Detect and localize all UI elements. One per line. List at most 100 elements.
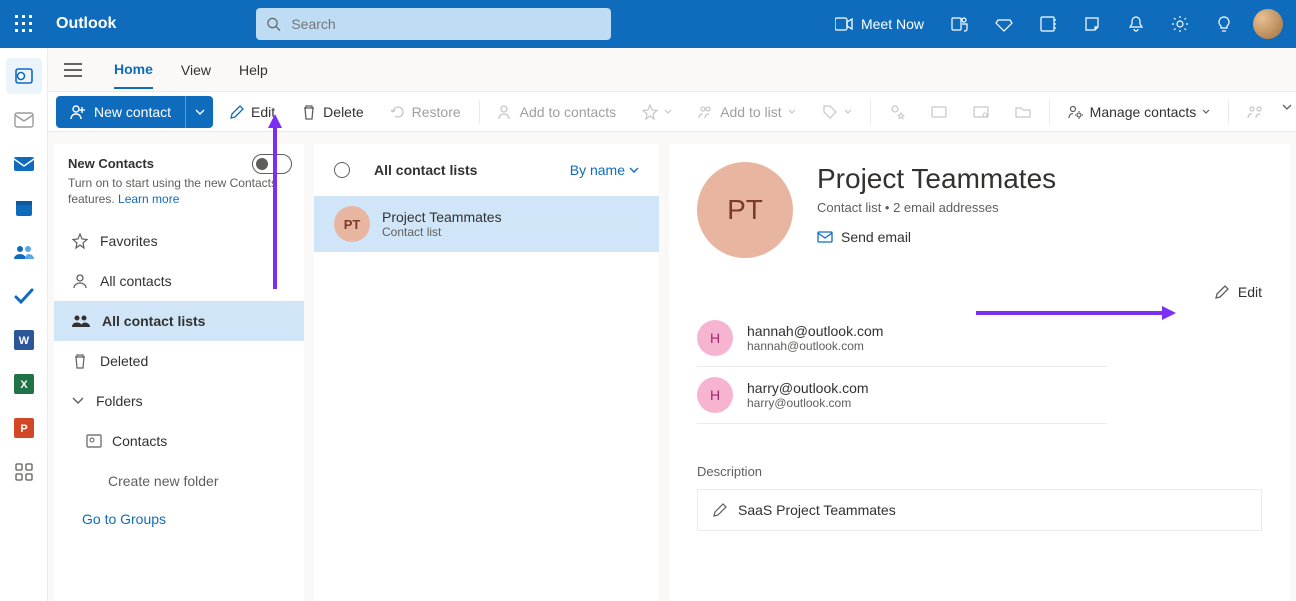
- learn-more-link[interactable]: Learn more: [118, 192, 179, 206]
- member-avatar: H: [697, 320, 733, 356]
- mail-icon: [13, 156, 35, 172]
- account-button[interactable]: [1246, 0, 1290, 48]
- list-item[interactable]: PT Project Teammates Contact list: [314, 196, 659, 252]
- app-mail[interactable]: [6, 146, 42, 182]
- teams-icon: [951, 15, 969, 33]
- list-header: All contact lists By name: [314, 144, 659, 196]
- notifications-button[interactable]: [1114, 0, 1158, 48]
- group-icon: [1247, 104, 1265, 120]
- chevron-down-icon: [844, 109, 852, 114]
- bell-icon: [1127, 15, 1145, 33]
- trash-icon: [72, 353, 88, 369]
- nav-all-contact-lists[interactable]: All contact lists: [54, 301, 304, 341]
- new-contacts-toggle[interactable]: [252, 154, 292, 174]
- detail-edit-button[interactable]: Edit: [697, 284, 1262, 300]
- nav-create-folder[interactable]: Create new folder: [54, 461, 304, 501]
- detail-subtitle: Contact list • 2 email addresses: [817, 200, 1056, 215]
- sticky-icon: [1083, 15, 1101, 33]
- member-row[interactable]: H harry@outlook.com harry@outlook.com: [697, 367, 1107, 424]
- member-email: harry@outlook.com: [747, 396, 869, 410]
- search-box[interactable]: [256, 8, 611, 40]
- hamburger-button[interactable]: [64, 63, 82, 77]
- nav-all-contacts[interactable]: All contacts: [54, 261, 304, 301]
- chevron-down-icon: [195, 109, 205, 115]
- new-contact-button[interactable]: New contact: [56, 96, 185, 128]
- new-contact-dropdown[interactable]: [185, 96, 213, 128]
- hamburger-icon: [64, 63, 82, 77]
- calendar-icon: [14, 198, 34, 218]
- separator: [1049, 100, 1050, 124]
- apps-icon: [15, 463, 33, 481]
- tool-a: [879, 96, 915, 128]
- contacts-folder-icon: [86, 434, 102, 448]
- app-mail-draft[interactable]: [6, 102, 42, 138]
- edit-button[interactable]: Edit: [219, 96, 285, 128]
- app-outlook[interactable]: [6, 58, 42, 94]
- app-people[interactable]: [6, 234, 42, 270]
- content-area: New Contacts Turn on to start using the …: [48, 132, 1296, 601]
- list-avatar: PT: [334, 206, 370, 242]
- new-contacts-banner: New Contacts Turn on to start using the …: [54, 144, 304, 217]
- member-name: hannah@outlook.com: [747, 323, 883, 339]
- star-icon: [642, 104, 658, 120]
- app-launcher-button[interactable]: [0, 15, 48, 33]
- delete-button[interactable]: Delete: [291, 96, 373, 128]
- nav-contacts-folder[interactable]: Contacts: [54, 421, 304, 461]
- select-all-checkbox[interactable]: [334, 162, 350, 178]
- tips-button[interactable]: [1202, 0, 1246, 48]
- people-icon: [13, 244, 35, 260]
- description-label: Description: [697, 464, 1262, 479]
- app-brand: Outlook: [48, 15, 116, 33]
- ppt-icon: P: [14, 418, 34, 438]
- chevron-down-icon: [72, 397, 84, 405]
- member-row[interactable]: H hannah@outlook.com hannah@outlook.com: [697, 310, 1107, 367]
- app-excel[interactable]: X: [6, 366, 42, 402]
- app-calendar[interactable]: [6, 190, 42, 226]
- sort-button[interactable]: By name: [570, 162, 639, 178]
- list-item-title: Project Teammates: [382, 209, 502, 225]
- list-item-sub: Contact list: [382, 225, 502, 239]
- detail-avatar: PT: [697, 162, 793, 258]
- people-icon: [72, 314, 90, 328]
- member-email: hannah@outlook.com: [747, 339, 883, 353]
- pencil-icon: [712, 502, 728, 518]
- search-input[interactable]: [289, 15, 601, 33]
- tab-help[interactable]: Help: [239, 52, 268, 88]
- teams-button[interactable]: [938, 0, 982, 48]
- app-more[interactable]: [6, 454, 42, 490]
- app-powerpoint[interactable]: P: [6, 410, 42, 446]
- app-word[interactable]: W: [6, 322, 42, 358]
- add-to-list-button: Add to list: [688, 96, 805, 128]
- add-to-contacts-button: Add to contacts: [488, 96, 627, 128]
- collapse-ribbon[interactable]: [1282, 104, 1292, 110]
- manage-contacts-button[interactable]: Manage contacts: [1058, 96, 1221, 128]
- chevron-down-icon: [1202, 109, 1210, 114]
- bulb-icon: [1215, 15, 1233, 33]
- star-icon: [72, 233, 88, 249]
- nav-folders[interactable]: Folders: [54, 381, 304, 421]
- settings-button[interactable]: [1158, 0, 1202, 48]
- diamond-icon: [995, 15, 1013, 33]
- tool-d: [1005, 96, 1041, 128]
- onenote-button[interactable]: [1026, 0, 1070, 48]
- tab-home[interactable]: Home: [114, 51, 153, 89]
- toolbar: New contact Edit Delete Restore Add to c…: [48, 92, 1296, 132]
- detail-pane: PT Project Teammates Contact list • 2 em…: [669, 144, 1290, 601]
- list-icon: [698, 104, 714, 120]
- app-rail: W X P: [0, 48, 48, 601]
- trash-icon: [301, 104, 317, 120]
- mynotes-button[interactable]: [1070, 0, 1114, 48]
- nav-favorites[interactable]: Favorites: [54, 221, 304, 261]
- separator: [1228, 100, 1229, 124]
- person-icon: [72, 273, 88, 289]
- check-icon: [14, 286, 34, 306]
- tab-view[interactable]: View: [181, 52, 211, 88]
- premium-button[interactable]: [982, 0, 1026, 48]
- app-todo[interactable]: [6, 278, 42, 314]
- svg-text:X: X: [20, 379, 28, 391]
- nav-deleted[interactable]: Deleted: [54, 341, 304, 381]
- send-email-button[interactable]: Send email: [817, 229, 1056, 245]
- meet-now-button[interactable]: Meet Now: [821, 0, 938, 48]
- description-text: SaaS Project Teammates: [738, 502, 896, 518]
- nav-go-to-groups[interactable]: Go to Groups: [54, 501, 304, 537]
